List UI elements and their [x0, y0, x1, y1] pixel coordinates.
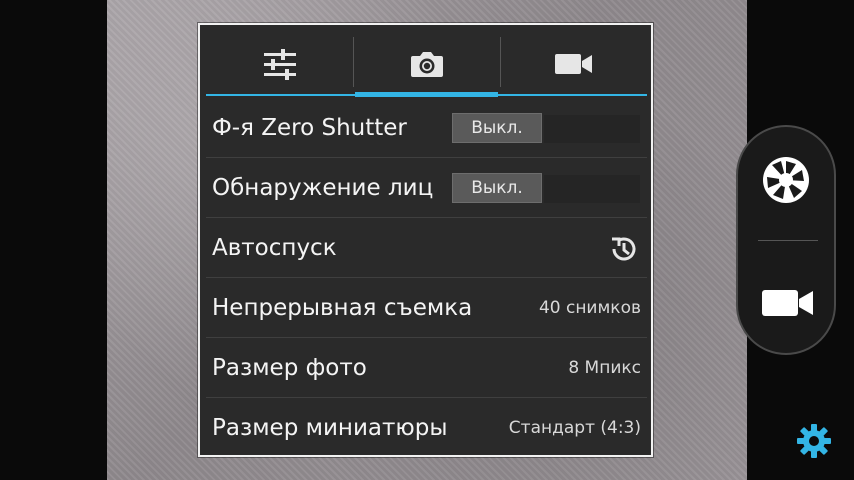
tab-general-settings[interactable] [206, 31, 353, 97]
setting-zero-shutter[interactable]: Ф-я Zero Shutter Выкл. [206, 98, 647, 158]
setting-burst-shot[interactable]: Непрерывная съемка 40 снимков [206, 278, 647, 338]
setting-label: Обнаружение лиц [212, 174, 434, 201]
zero-shutter-toggle[interactable]: Выкл. [452, 113, 542, 143]
gear-icon [797, 424, 831, 458]
setting-label: Непрерывная съемка [212, 294, 473, 321]
tab-underline [206, 94, 647, 96]
video-camera-icon [554, 54, 592, 74]
face-detection-toggle[interactable]: Выкл. [452, 173, 542, 203]
setting-photo-size[interactable]: Размер фото 8 Мпикс [206, 338, 647, 398]
settings-sliders-icon [263, 49, 296, 80]
record-video-button[interactable] [758, 277, 818, 329]
setting-face-detection[interactable]: Обнаружение лиц Выкл. [206, 158, 647, 218]
camera-settings-panel: Ф-я Zero Shutter Выкл. Обнаружение лиц В… [198, 23, 653, 457]
face-detection-toggle-track[interactable] [544, 175, 640, 203]
settings-list: Ф-я Zero Shutter Выкл. Обнаружение лиц В… [206, 98, 647, 458]
setting-value: 40 снимков [538, 297, 641, 318]
settings-tabs [206, 31, 647, 97]
shutter-aperture-icon [763, 157, 809, 203]
setting-label: Размер фото [212, 354, 367, 381]
tab-photo-settings[interactable] [353, 31, 500, 97]
controls-divider [758, 240, 818, 241]
video-camera-icon [762, 290, 813, 316]
setting-value: Стандарт (4:3) [508, 418, 641, 438]
camera-icon [410, 52, 443, 77]
setting-label: Автоспуск [212, 234, 337, 261]
setting-value: 8 Мпикс [568, 357, 641, 378]
timer-icon [612, 237, 636, 261]
capture-controls [736, 125, 836, 355]
settings-gear-button[interactable] [796, 423, 832, 459]
setting-label: Размер миниатюры [212, 415, 448, 441]
zero-shutter-toggle-track[interactable] [544, 115, 640, 143]
setting-label: Ф-я Zero Shutter [212, 114, 407, 141]
setting-thumbnail-size[interactable]: Размер миниатюры Стандарт (4:3) [206, 398, 647, 458]
tab-video-settings[interactable] [500, 31, 647, 97]
setting-self-timer[interactable]: Автоспуск [206, 218, 647, 278]
shutter-button[interactable] [758, 152, 814, 208]
left-black-bar [0, 0, 107, 480]
